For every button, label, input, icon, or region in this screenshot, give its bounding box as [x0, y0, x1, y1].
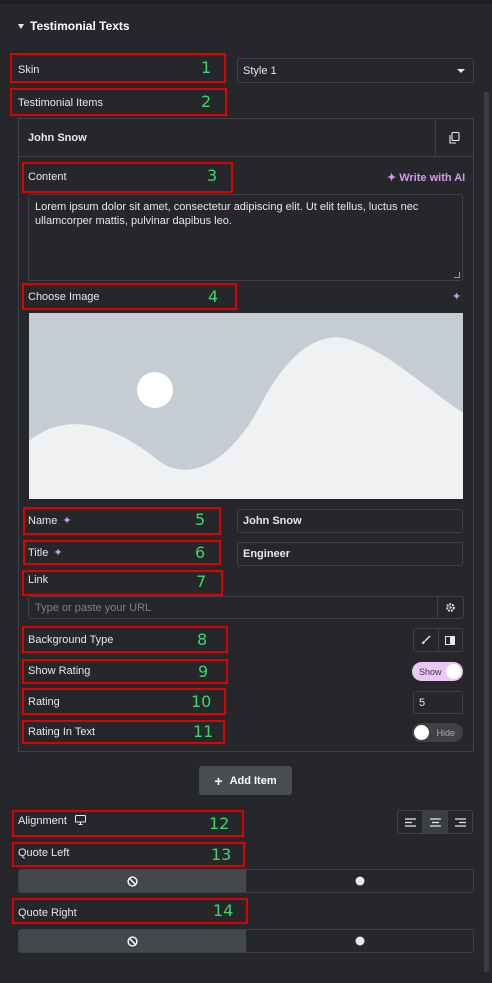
- rating-input[interactable]: 5: [413, 691, 463, 714]
- annotation-number: 10: [191, 692, 212, 711]
- plus-icon: +: [214, 772, 223, 789]
- none-icon[interactable]: [19, 870, 246, 892]
- rating-in-text-state: Hide: [436, 727, 455, 738]
- name-label: Name ✦: [28, 514, 72, 528]
- title-label: Title ✦: [28, 546, 63, 560]
- show-rating-label: Show Rating: [28, 665, 91, 677]
- annotation-number: 3: [207, 166, 218, 185]
- background-type-choices: [413, 628, 463, 652]
- add-item-button[interactable]: + Add Item: [199, 766, 292, 795]
- none-icon[interactable]: [19, 930, 246, 952]
- choose-image-label: Choose Image: [28, 291, 100, 303]
- caret-down-icon: [457, 68, 465, 73]
- rating-in-text-toggle[interactable]: Hide: [412, 723, 463, 742]
- desktop-icon[interactable]: [74, 814, 86, 828]
- skin-select-value: Style 1: [243, 64, 277, 77]
- name-label-text: Name: [28, 515, 58, 527]
- toggle-knob: [446, 664, 461, 679]
- align-center-icon[interactable]: [423, 811, 448, 833]
- rating-in-text-label: Rating In Text: [28, 726, 96, 738]
- sparkle-icon[interactable]: ✦: [53, 547, 62, 559]
- annotation-number: 12: [209, 814, 230, 833]
- annotation-number: 1: [201, 58, 212, 77]
- skin-label: Skin: [18, 64, 40, 76]
- align-left-icon[interactable]: [398, 811, 423, 833]
- resize-handle[interactable]: [454, 272, 460, 278]
- caret-down-icon: [18, 23, 24, 29]
- link-field: Type or paste your URL: [28, 596, 464, 619]
- content-textarea[interactable]: Lorem ipsum dolor sit amet, consectetur …: [28, 194, 463, 281]
- dot-icon[interactable]: [246, 930, 473, 952]
- gear-icon[interactable]: [437, 597, 463, 618]
- brush-icon[interactable]: [414, 629, 439, 651]
- rating-label: Rating: [28, 696, 60, 708]
- quote-left-choices: [18, 869, 474, 893]
- link-input[interactable]: Type or paste your URL: [29, 597, 437, 618]
- dot-icon[interactable]: [246, 870, 473, 892]
- annotation-number: 8: [197, 630, 208, 649]
- alignment-label: Alignment: [18, 814, 86, 828]
- annotation-box: [10, 53, 226, 83]
- name-input[interactable]: John Snow: [237, 509, 463, 533]
- repeater-item-header[interactable]: John Snow: [19, 119, 473, 157]
- section-header[interactable]: Testimonial Texts: [18, 17, 130, 35]
- title-input[interactable]: Engineer: [237, 542, 463, 566]
- annotation-number: 14: [213, 901, 234, 920]
- annotation-number: 7: [196, 572, 207, 591]
- repeater-item-title: John Snow: [28, 132, 87, 144]
- toggle-knob: [414, 725, 429, 740]
- gradient-icon[interactable]: [439, 629, 463, 651]
- sparkle-icon: ✦: [387, 171, 397, 184]
- background-type-label: Background Type: [28, 634, 114, 646]
- testimonial-items-label: Testimonial Items: [18, 97, 103, 109]
- align-right-icon[interactable]: [448, 811, 472, 833]
- annotation-number: 11: [193, 722, 214, 741]
- show-rating-state: Show: [419, 666, 442, 677]
- content-text: Lorem ipsum dolor sit amet, consectetur …: [35, 201, 419, 227]
- quote-right-label: Quote Right: [18, 907, 77, 919]
- alignment-choices: [397, 810, 473, 834]
- content-label: Content: [28, 171, 67, 183]
- duplicate-icon[interactable]: [435, 119, 473, 157]
- title-label-text: Title: [28, 547, 49, 559]
- rating-value: 5: [419, 696, 426, 709]
- add-item-label: Add Item: [229, 774, 277, 787]
- alignment-label-text: Alignment: [18, 815, 67, 827]
- section-title: Testimonial Texts: [30, 19, 130, 33]
- top-bar: [0, 0, 492, 4]
- image-placeholder[interactable]: [29, 313, 463, 499]
- annotation-number: 5: [195, 510, 206, 529]
- link-label: Link: [28, 574, 49, 586]
- annotation-number: 13: [211, 845, 232, 864]
- sparkle-icon[interactable]: ✦: [62, 515, 71, 527]
- annotation-number: 2: [201, 92, 212, 111]
- show-rating-toggle[interactable]: Show: [412, 662, 463, 681]
- scrollbar[interactable]: [484, 92, 489, 972]
- name-value: John Snow: [243, 515, 302, 527]
- annotation-number: 9: [198, 662, 209, 681]
- annotation-number: 4: [208, 287, 219, 306]
- title-value: Engineer: [243, 548, 291, 560]
- quote-right-choices: [18, 929, 474, 953]
- skin-select[interactable]: Style 1: [237, 58, 474, 83]
- write-with-ai-button[interactable]: ✦ Write with AI: [387, 171, 465, 185]
- quote-left-label: Quote Left: [18, 847, 70, 859]
- write-with-ai-label: Write with AI: [399, 172, 466, 184]
- annotation-number: 6: [195, 543, 206, 562]
- sparkle-icon[interactable]: ✦: [452, 292, 461, 303]
